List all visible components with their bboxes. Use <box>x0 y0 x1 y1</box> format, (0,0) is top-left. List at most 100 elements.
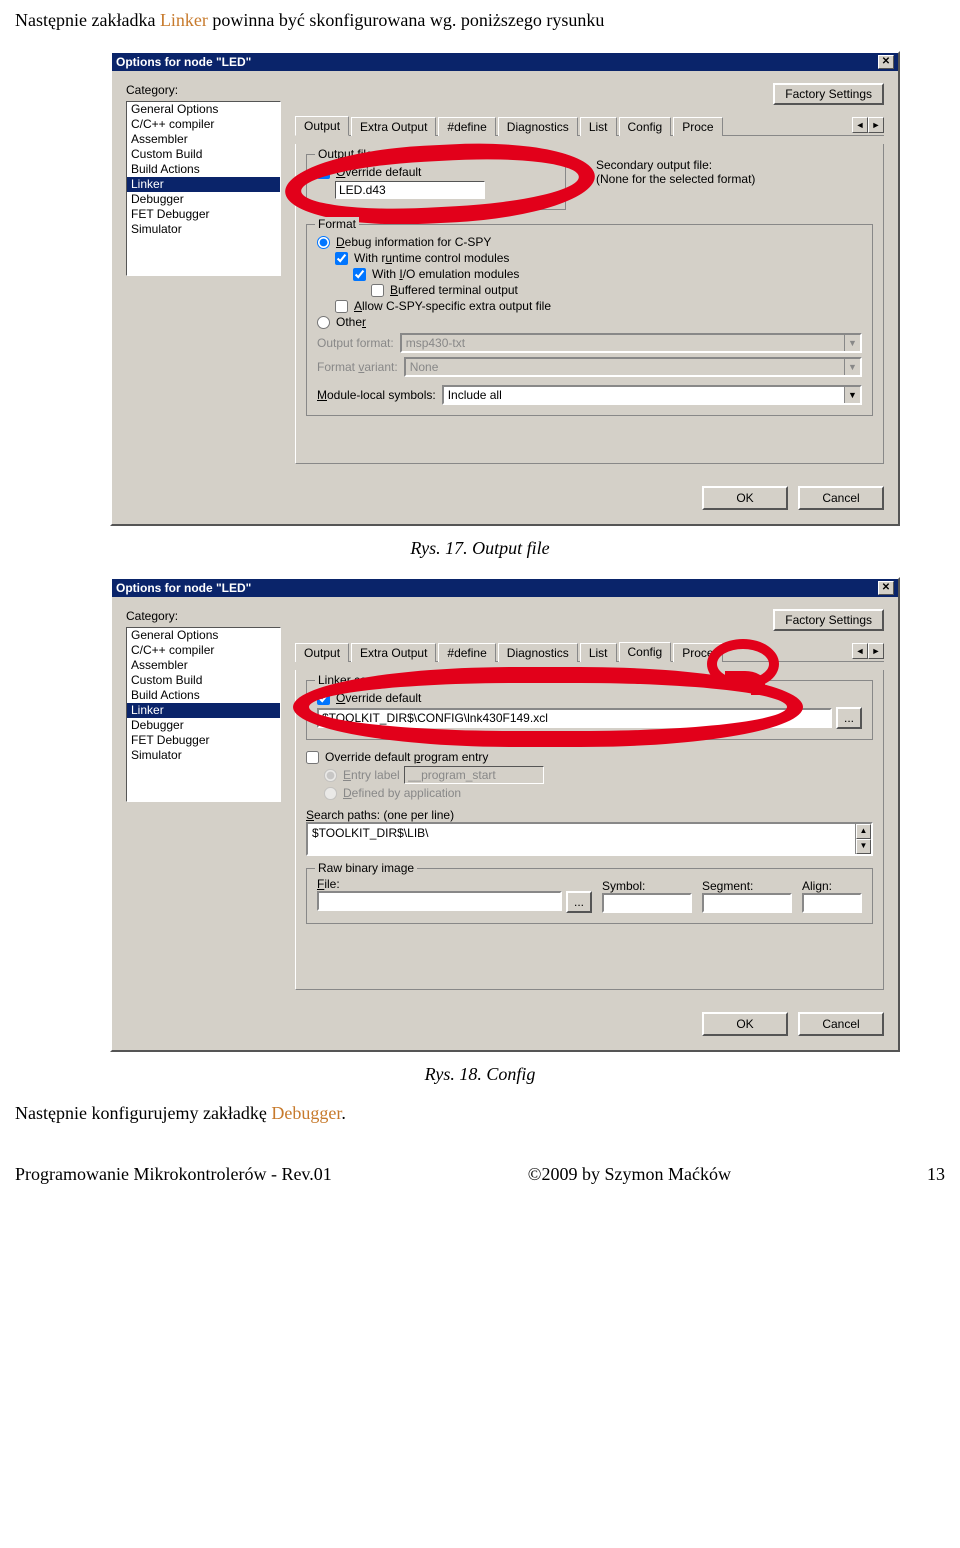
tab-diagnostics[interactable]: Diagnostics <box>498 643 578 662</box>
raw-browse-button[interactable]: ... <box>566 891 592 913</box>
factory-settings-button[interactable]: Factory Settings <box>773 609 884 631</box>
module-local-value: Include all <box>444 387 844 403</box>
next-debugger-pre: Następnie konfigurujemy zakładkę <box>15 1103 271 1123</box>
cat-linker[interactable]: Linker <box>127 177 280 192</box>
output-filename-input[interactable] <box>335 181 485 199</box>
dialog-title: Options for node "LED" <box>116 55 251 69</box>
format-variant-label: Format variant: <box>317 360 398 374</box>
category-list[interactable]: General Options C/C++ compiler Assembler… <box>126 627 281 802</box>
cancel-button[interactable]: Cancel <box>798 486 884 510</box>
dialog-title: Options for node "LED" <box>116 581 251 595</box>
chevron-down-icon[interactable]: ▼ <box>844 335 860 351</box>
scroll-up-icon[interactable]: ▲ <box>856 824 871 839</box>
chevron-down-icon[interactable]: ▼ <box>844 359 860 375</box>
lcf-override-checkbox[interactable] <box>317 692 330 705</box>
defined-by-app-label: Defined by application <box>343 786 461 800</box>
symbol-input[interactable] <box>602 893 692 913</box>
output-file-legend: Output file <box>315 147 376 161</box>
close-icon[interactable]: ✕ <box>878 581 894 595</box>
output-format-label: Output format: <box>317 336 394 350</box>
tab-scroll-left-icon[interactable]: ◄ <box>852 117 868 133</box>
cat-simulator[interactable]: Simulator <box>127 222 280 237</box>
tab-list[interactable]: List <box>580 117 617 136</box>
browse-button[interactable]: ... <box>836 707 862 729</box>
defined-by-app-radio <box>324 787 337 800</box>
tab-extra-output[interactable]: Extra Output <box>351 643 436 662</box>
entry-label-text: Entry label <box>343 768 400 782</box>
debug-cspy-radio[interactable] <box>317 236 330 249</box>
tab-config[interactable]: Config <box>619 642 672 662</box>
cat-fet-debugger[interactable]: FET Debugger <box>127 733 280 748</box>
caption-fig18: Rys. 18. Config <box>15 1064 945 1085</box>
category-list[interactable]: General Options C/C++ compiler Assembler… <box>126 101 281 276</box>
cat-ccpp[interactable]: C/C++ compiler <box>127 643 280 658</box>
search-paths-textarea[interactable]: $TOOLKIT_DIR$\LIB\ ▲ ▼ <box>306 822 873 856</box>
cat-general[interactable]: General Options <box>127 628 280 643</box>
next-debugger-text: Następnie konfigurujemy zakładkę Debugge… <box>15 1103 945 1124</box>
cat-build-actions[interactable]: Build Actions <box>127 162 280 177</box>
tab-config[interactable]: Config <box>619 117 672 136</box>
override-default-checkbox[interactable] <box>317 166 330 179</box>
tab-scroll-right-icon[interactable]: ► <box>868 643 884 659</box>
lcf-legend: Linker command file <box>315 673 428 687</box>
cat-general[interactable]: General Options <box>127 102 280 117</box>
entry-label-radio <box>324 769 337 782</box>
align-input[interactable] <box>802 893 862 913</box>
tab-define[interactable]: #define <box>438 117 495 136</box>
tab-diagnostics[interactable]: Diagnostics <box>498 117 578 136</box>
close-icon[interactable]: ✕ <box>878 55 894 69</box>
tab-define[interactable]: #define <box>438 643 495 662</box>
cat-debugger[interactable]: Debugger <box>127 718 280 733</box>
format-variant-value: None <box>406 359 844 375</box>
cat-build-actions[interactable]: Build Actions <box>127 688 280 703</box>
debug-cspy-label: Debug information for C-SPY <box>336 235 491 249</box>
cat-assembler[interactable]: Assembler <box>127 132 280 147</box>
footer-mid: ©2009 by Szymon Maćków <box>528 1164 731 1185</box>
cat-simulator[interactable]: Simulator <box>127 748 280 763</box>
cat-assembler[interactable]: Assembler <box>127 658 280 673</box>
entry-label-input <box>404 766 544 784</box>
tab-extra-output[interactable]: Extra Output <box>351 117 436 136</box>
search-paths-value: $TOOLKIT_DIR$\LIB\ <box>308 824 855 854</box>
tab-content-config: Linker command file Override default ... <box>295 670 884 990</box>
ok-button[interactable]: OK <box>702 486 788 510</box>
allow-extra-checkbox[interactable] <box>335 300 348 313</box>
with-io-checkbox[interactable] <box>353 268 366 281</box>
cat-custom-build[interactable]: Custom Build <box>127 147 280 162</box>
lcf-override-label: Override default <box>336 691 421 705</box>
cat-custom-build[interactable]: Custom Build <box>127 673 280 688</box>
titlebar: Options for node "LED" ✕ <box>112 579 898 597</box>
raw-binary-legend: Raw binary image <box>315 861 417 875</box>
override-entry-checkbox[interactable] <box>306 751 319 764</box>
other-radio[interactable] <box>317 316 330 329</box>
intro-post: powinna być skonfigurowana wg. poniższeg… <box>208 10 604 30</box>
ok-button[interactable]: OK <box>702 1012 788 1036</box>
tab-proce[interactable]: Proce <box>673 643 722 662</box>
cat-linker[interactable]: Linker <box>127 703 280 718</box>
with-runtime-checkbox[interactable] <box>335 252 348 265</box>
with-runtime-label: With runtime control modules <box>354 251 509 265</box>
tab-output[interactable]: Output <box>295 116 349 136</box>
next-debugger-link: Debugger <box>271 1103 341 1123</box>
override-entry-label: Override default program entry <box>325 750 488 764</box>
tab-proce[interactable]: Proce <box>673 117 722 136</box>
cat-ccpp[interactable]: C/C++ compiler <box>127 117 280 132</box>
lcf-path-input[interactable] <box>317 708 832 728</box>
chevron-down-icon[interactable]: ▼ <box>844 387 860 403</box>
scroll-down-icon[interactable]: ▼ <box>856 839 871 854</box>
tab-scroll-right-icon[interactable]: ► <box>868 117 884 133</box>
cat-fet-debugger[interactable]: FET Debugger <box>127 207 280 222</box>
tab-list[interactable]: List <box>580 643 617 662</box>
cancel-button[interactable]: Cancel <box>798 1012 884 1036</box>
tab-scroll-left-icon[interactable]: ◄ <box>852 643 868 659</box>
allow-extra-label: Allow C-SPY-specific extra output file <box>354 299 551 313</box>
cat-debugger[interactable]: Debugger <box>127 192 280 207</box>
with-io-label: With I/O emulation modules <box>372 267 519 281</box>
factory-settings-button[interactable]: Factory Settings <box>773 83 884 105</box>
dialog-config: Options for node "LED" ✕ Category: Gener… <box>110 577 900 1052</box>
raw-file-input[interactable] <box>317 891 562 911</box>
segment-input[interactable] <box>702 893 792 913</box>
buffered-checkbox[interactable] <box>371 284 384 297</box>
tab-output[interactable]: Output <box>295 643 349 662</box>
intro-linker: Linker <box>160 10 208 30</box>
